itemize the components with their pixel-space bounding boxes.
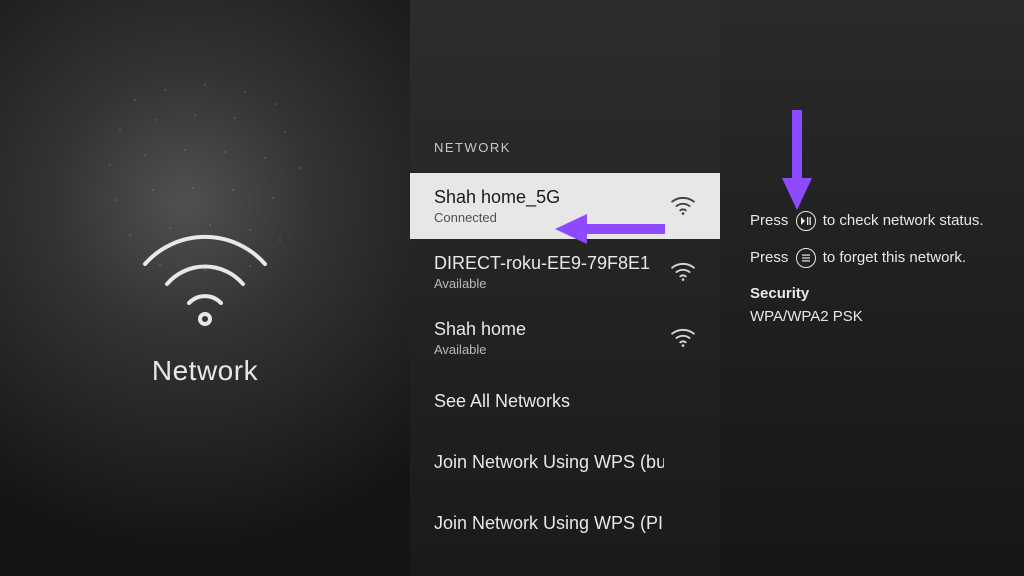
info-panel: Press to check network status. Press to … — [720, 0, 1024, 576]
security-value: WPA/WPA2 PSK — [750, 306, 994, 329]
info-text: to check network status. — [823, 212, 984, 229]
join-wps-pin[interactable]: Join Network Using WPS (PIN) — [410, 493, 720, 554]
info-forget-network: Press to forget this network. — [750, 247, 994, 270]
info-security: Security WPA/WPA2 PSK — [750, 283, 994, 328]
network-list-panel: NETWORK Shah home_5G Connected DIRECT-ro… — [410, 0, 720, 576]
network-status: Connected — [434, 210, 560, 225]
security-label: Security — [750, 283, 994, 306]
join-wps-button[interactable]: Join Network Using WPS (button) — [410, 432, 720, 493]
wifi-signal-icon — [670, 261, 696, 283]
network-name: Shah home — [434, 319, 526, 340]
network-item[interactable]: DIRECT-roku-EE9-79F8E1 Available — [410, 239, 720, 305]
action-label: Join Network Using WPS (PIN) — [434, 513, 664, 534]
info-text: Press — [750, 249, 788, 266]
hero-dot-texture — [75, 70, 335, 290]
info-text: Press — [750, 212, 788, 229]
network-settings-screen: Network NETWORK Shah home_5G Connected D… — [0, 0, 1024, 576]
hero-title: Network — [152, 355, 258, 387]
hero-panel: Network — [0, 0, 410, 576]
network-item[interactable]: Shah home Available — [410, 305, 720, 371]
menu-icon — [796, 248, 816, 268]
network-name: Shah home_5G — [434, 187, 560, 208]
list-header: NETWORK — [410, 140, 720, 173]
network-name: DIRECT-roku-EE9-79F8E1 — [434, 253, 650, 274]
info-check-status: Press to check network status. — [750, 210, 994, 233]
wifi-signal-icon — [670, 195, 696, 217]
info-text: to forget this network. — [823, 249, 966, 266]
network-status: Available — [434, 276, 650, 291]
wifi-signal-icon — [670, 327, 696, 349]
action-label: Join Network Using WPS (button) — [434, 452, 664, 473]
see-all-networks[interactable]: See All Networks — [410, 371, 720, 432]
network-status: Available — [434, 342, 526, 357]
action-label: See All Networks — [434, 391, 570, 412]
play-pause-icon — [796, 211, 816, 231]
network-item-selected[interactable]: Shah home_5G Connected — [410, 173, 720, 239]
